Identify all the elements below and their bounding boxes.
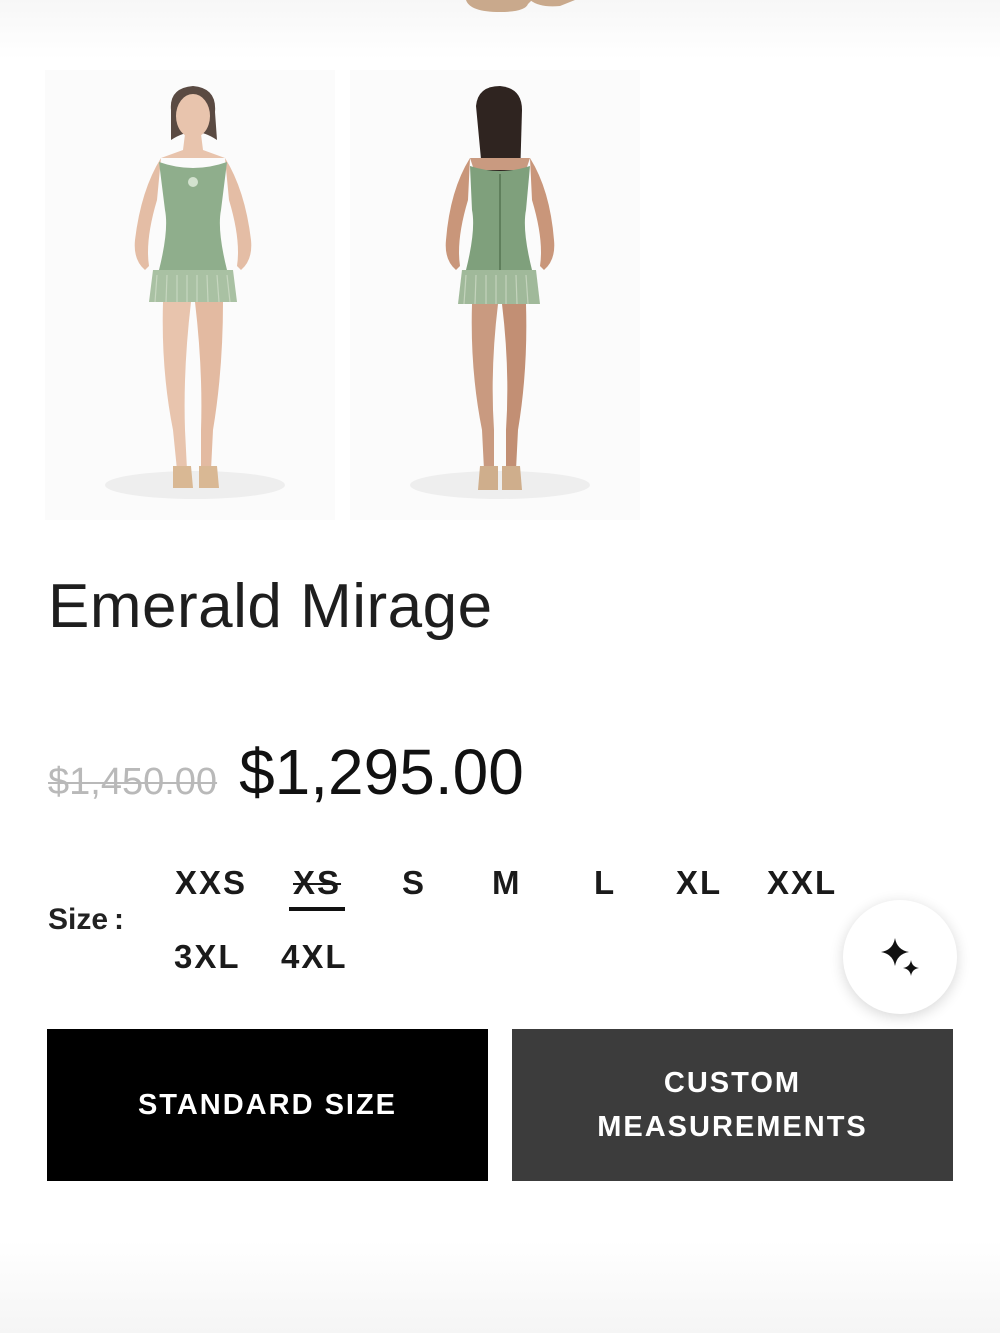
previous-image-edge [0, 0, 1000, 60]
model-back-illustration [410, 86, 590, 499]
product-image-front[interactable] [45, 70, 335, 520]
model-front-illustration [105, 86, 285, 499]
size-option-l[interactable]: L [594, 863, 616, 903]
ai-assistant-button[interactable] [843, 900, 957, 1014]
size-option-xl[interactable]: XL [676, 863, 722, 903]
size-option-4xl[interactable]: 4XL [281, 937, 348, 977]
original-price: $1,450.00 [48, 761, 218, 803]
price-row: $1,450.00 $1,295.00 [48, 735, 524, 815]
size-option-3xl[interactable]: 3XL [174, 937, 241, 977]
size-option-xxs[interactable]: XXS [175, 863, 247, 903]
product-title: Emerald Mirage [48, 572, 493, 641]
size-label: Size : [48, 903, 125, 936]
sale-price: $1,295.00 [239, 736, 524, 808]
custom-measurements-button[interactable]: CUSTOM MEASUREMENTS [512, 1029, 953, 1181]
next-section-edge [0, 1240, 1000, 1333]
product-image-back[interactable] [350, 70, 640, 520]
size-option-m[interactable]: M [492, 863, 522, 903]
standard-size-button[interactable]: STANDARD SIZE [47, 1029, 488, 1181]
size-option-xs[interactable]: XS [288, 863, 346, 911]
size-option-s[interactable]: S [402, 863, 426, 903]
size-option-xxl[interactable]: XXL [767, 863, 837, 903]
sparkles-icon [881, 938, 919, 976]
